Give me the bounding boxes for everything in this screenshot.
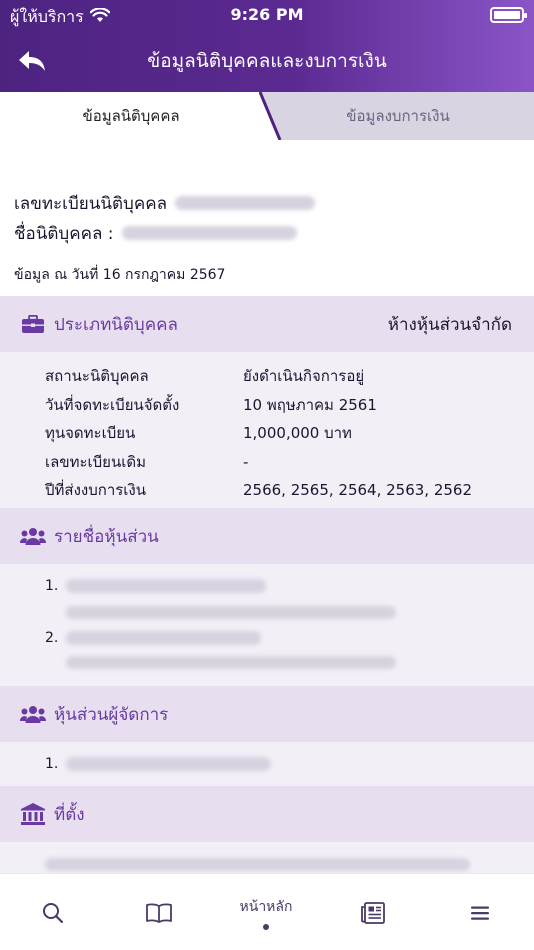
section-company-type: ประเภทนิติบุคคล ห้างหุ้นส่วนจำกัด <box>0 296 534 352</box>
book-icon <box>146 902 172 923</box>
section-partners: รายชื่อหุ้นส่วน <box>0 508 534 564</box>
briefcase-icon <box>20 312 46 336</box>
company-info: เลขทะเบียนนิติบุคคล ชื่อนิติบุคคล : <box>14 188 520 248</box>
tab-book[interactable] <box>106 874 212 950</box>
company-type-value: ห้างหุ้นส่วนจำกัด <box>387 314 512 335</box>
tab-menu[interactable] <box>427 874 533 950</box>
partner-name-redacted <box>66 631 262 645</box>
navbar: ข้อมูลนิติบุคคลและงบการเงิน <box>0 30 534 92</box>
status-bar: ผู้ให้บริการ 9:26 PM <box>0 0 534 30</box>
page-title: ข้อมูลนิติบุคคลและงบการเงิน <box>147 50 387 72</box>
section-title: ประเภทนิติบุคคล <box>54 314 178 335</box>
bottom-tab-bar: หน้าหลัก <box>0 873 534 950</box>
search-icon <box>43 902 64 923</box>
partner-detail-redacted <box>66 606 396 619</box>
manager-name-redacted <box>66 757 272 771</box>
registration-number-redacted <box>174 196 315 210</box>
back-arrow-icon <box>19 51 45 71</box>
registration-number-label: เลขทะเบียนนิติบุคคล <box>14 193 167 214</box>
detail-row: วันที่จดทะเบียนจัดตั้ง 10 พฤษภาคม 2561 <box>45 395 377 414</box>
detail-row: ทุนจดทะเบียน 1,000,000 บาท <box>45 424 352 443</box>
tab-home[interactable]: หน้าหลัก <box>213 874 319 950</box>
back-button[interactable] <box>14 46 50 76</box>
details-panel: สถานะนิติบุคคล ยังดำเนินกิจการอยู่ วันที่… <box>0 352 534 508</box>
detail-row: เลขทะเบียนเดิม - <box>45 452 249 471</box>
partners-list: 1. 2. <box>0 564 534 686</box>
managing-partners-list: 1. <box>0 742 534 786</box>
address-redacted <box>45 858 470 871</box>
data-as-of-date: ข้อมูล ณ วันที่ 16 กรกฎาคม 2567 <box>14 267 226 283</box>
detail-row: สถานะนิติบุคคล ยังดำเนินกิจการอยู่ <box>45 367 365 386</box>
app-header: ผู้ให้บริการ 9:26 PM ข้อมูลนิติบุคคลและง… <box>0 0 534 92</box>
tab-financial-info[interactable]: ข้อมูลงบการเงิน <box>262 92 534 140</box>
bank-building-icon <box>20 802 46 826</box>
tab-company-info[interactable]: ข้อมูลนิติบุคคล <box>0 92 262 140</box>
section-title: ที่ตั้ง <box>54 804 85 825</box>
section-title: หุ้นส่วนผู้จัดการ <box>54 704 169 725</box>
partner-detail-redacted <box>66 656 396 669</box>
users-icon <box>20 524 46 548</box>
active-indicator <box>263 923 269 930</box>
segment-tabs: ข้อมูลนิติบุคคล ข้อมูลงบการเงิน <box>0 92 534 140</box>
battery-icon <box>490 7 527 23</box>
menu-icon <box>471 906 489 920</box>
tab-home-label: หน้าหลัก <box>239 898 293 915</box>
list-item: 2. <box>45 630 262 646</box>
company-name-label: ชื่อนิติบุคคล : <box>14 223 114 244</box>
status-time: 9:26 PM <box>230 5 304 24</box>
tab-search[interactable] <box>0 874 106 950</box>
list-item: 1. <box>45 756 272 772</box>
section-title: รายชื่อหุ้นส่วน <box>54 526 159 547</box>
partner-name-redacted <box>66 579 267 593</box>
company-name-redacted <box>121 226 297 240</box>
users-icon <box>20 702 46 726</box>
section-managing-partners: หุ้นส่วนผู้จัดการ <box>0 686 534 742</box>
newspaper-icon <box>361 901 385 924</box>
tab-news[interactable] <box>320 874 426 950</box>
detail-row: ปีที่ส่งงบการเงิน 2566, 2565, 2564, 2563,… <box>45 481 473 500</box>
section-location: ที่ตั้ง <box>0 786 534 842</box>
list-item: 1. <box>45 578 267 594</box>
location-panel <box>0 842 534 873</box>
